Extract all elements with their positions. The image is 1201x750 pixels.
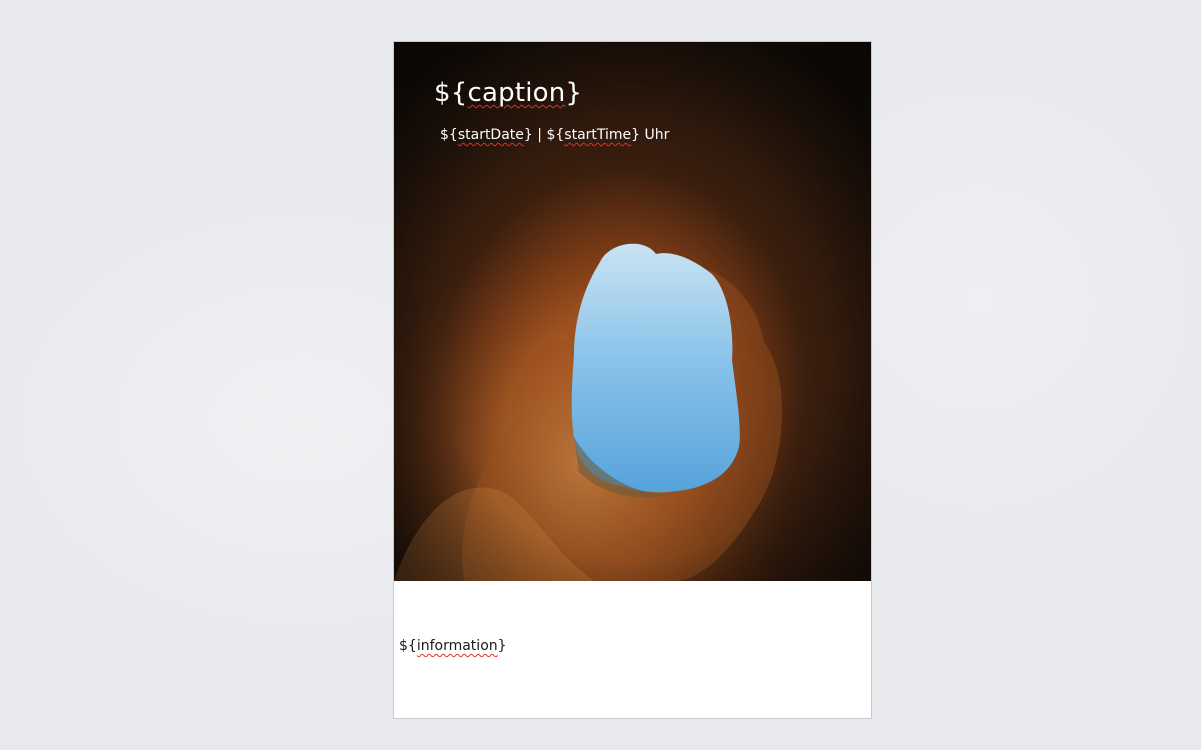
caption-placeholder[interactable]: ${caption} xyxy=(434,78,582,108)
start-date-field-name: startDate xyxy=(457,127,524,143)
cave-photo xyxy=(394,42,871,581)
information-placeholder[interactable]: ${information} xyxy=(399,638,507,654)
information-field-name: information xyxy=(416,638,498,654)
date-time-separator: | xyxy=(532,127,547,143)
time-unit: Uhr xyxy=(640,127,670,143)
date-time-line[interactable]: ${startDate} | ${startTime} Uhr xyxy=(440,127,669,143)
start-time-field-name: startTime xyxy=(564,127,632,143)
cover-image: ${caption} ${startDate} | ${startTime} U… xyxy=(394,42,871,581)
caption-field-name: caption xyxy=(467,78,566,108)
document-page[interactable]: ${caption} ${startDate} | ${startTime} U… xyxy=(393,41,872,719)
